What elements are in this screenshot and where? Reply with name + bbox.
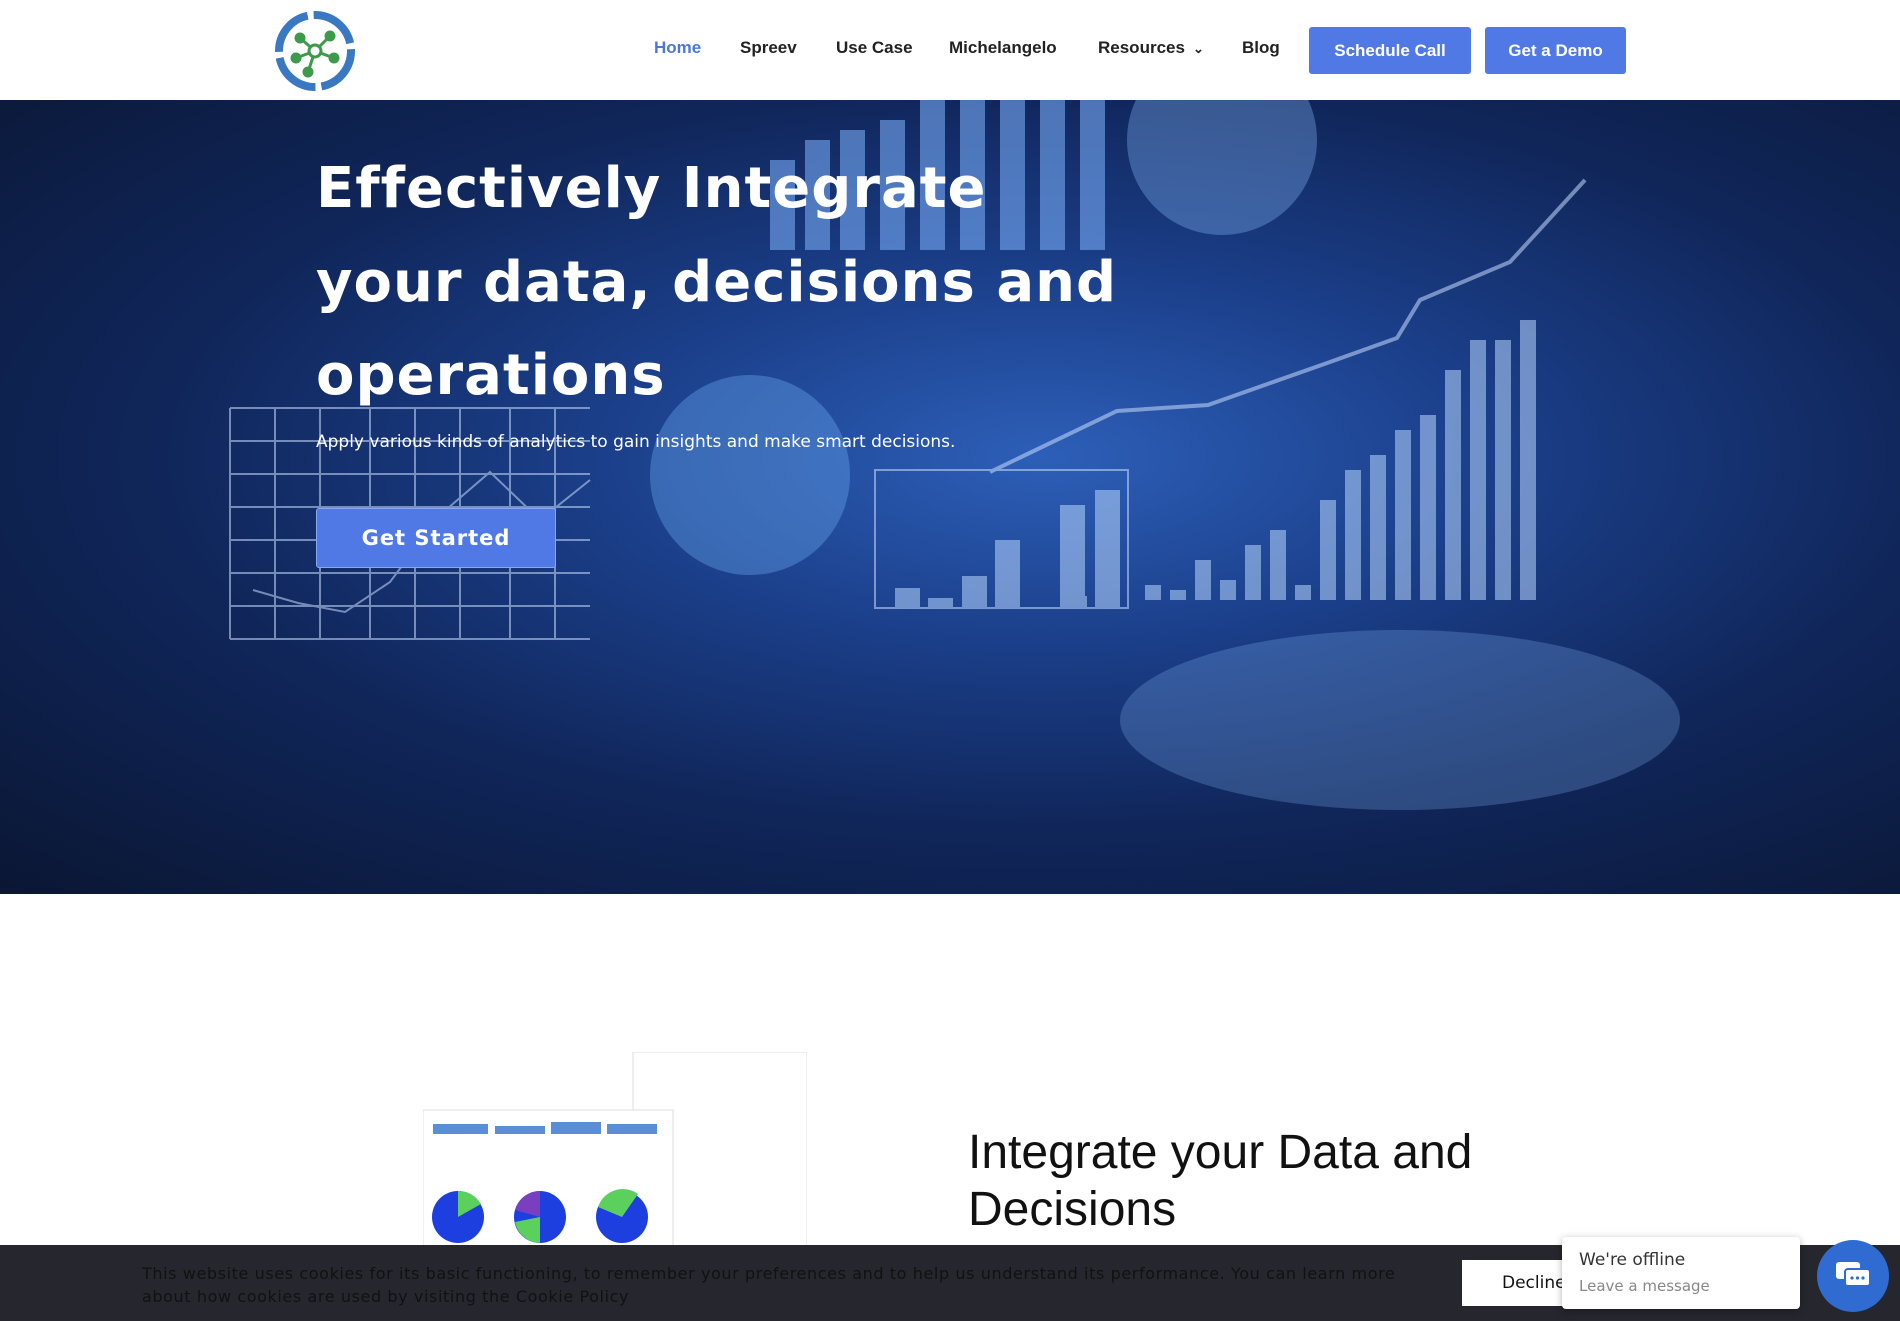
hero-banner: Effectively Integrate your data, decisio… [0,100,1900,894]
nav-michelangelo[interactable]: Michelangelo [949,38,1057,58]
product-screenshot-image [423,1052,807,1252]
hero-title-line-3: operations [316,343,666,408]
chat-button[interactable] [1817,1240,1889,1312]
chat-status: We're offline [1579,1250,1686,1270]
hero-subtitle: Apply various kinds of analytics to gain… [316,432,956,452]
nav-use-case[interactable]: Use Case [836,38,913,58]
decline-button[interactable]: Decline [1462,1260,1572,1306]
cookie-text: This website uses cookies for its basic … [142,1264,1396,1306]
nav-blog[interactable]: Blog [1242,38,1280,58]
logo-icon[interactable] [272,8,358,94]
get-demo-button[interactable]: Get a Demo [1485,27,1626,74]
site-header: Home Spreev Use Case Michelangelo Resour… [0,0,1900,100]
hero-title-line-2: your data, decisions and [316,250,1118,315]
chat-prompt: Leave a message [1579,1277,1710,1295]
section-title: Integrate your Data and Decisions [968,1126,1473,1236]
chat-bubble-icon [1836,1262,1871,1287]
nav-home[interactable]: Home [654,38,701,58]
nav-resources[interactable]: Resources [1098,38,1185,58]
nav-spreev[interactable]: Spreev [740,38,797,58]
schedule-call-button[interactable]: Schedule Call [1309,27,1471,74]
chevron-down-icon[interactable]: ⌄ [1193,41,1204,57]
get-started-button[interactable]: Get Started [316,508,556,568]
chat-popup[interactable]: We're offline Leave a message [1562,1237,1800,1309]
hero-title-line-1: Effectively Integrate [316,156,987,221]
